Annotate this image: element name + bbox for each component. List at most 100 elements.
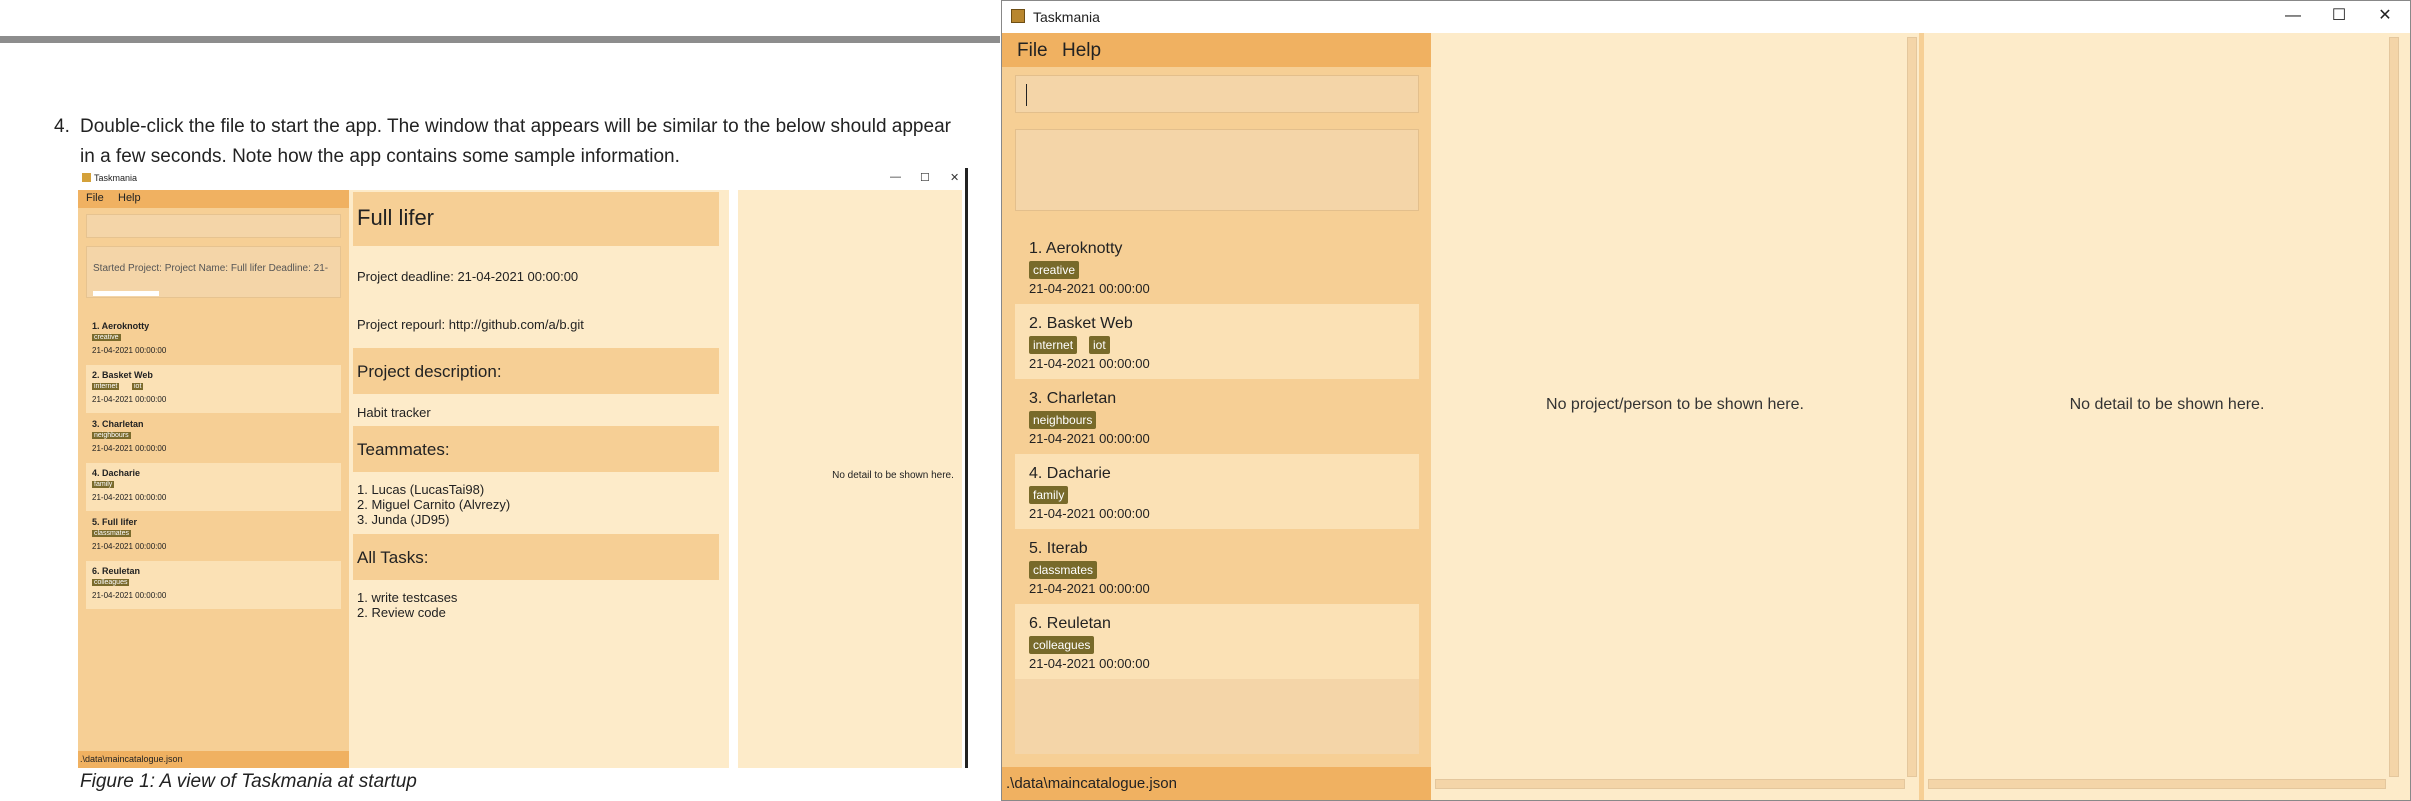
project-tag: neighbours xyxy=(1029,411,1097,429)
project-deadline: 21-04-2021 00:00:00 xyxy=(1029,506,1150,521)
figure-menu-help: Help xyxy=(118,192,141,204)
command-input[interactable] xyxy=(1015,75,1419,113)
project-card[interactable]: 6. Reuletan colleagues 21-04-2021 00:00:… xyxy=(1015,604,1419,679)
middle-pane: No project/person to be shown here. xyxy=(1433,33,1917,800)
figure-right-pane: No detail to be shown here. xyxy=(738,190,962,768)
project-deadline: 21-04-2021 00:00:00 xyxy=(1029,431,1150,446)
figure-task: 2. Review code xyxy=(357,605,446,620)
figure-list-item: 1. Aeroknotty creative 21-04-2021 00:00:… xyxy=(86,316,341,364)
right-pane: No detail to be shown here. xyxy=(1924,33,2410,800)
project-name: 5. Iterab xyxy=(1029,540,1088,557)
figure-team-header: Teammates: xyxy=(357,440,450,459)
maximize-icon: ☐ xyxy=(920,172,930,184)
project-card[interactable]: 3. Charletan neighbours 21-04-2021 00:00… xyxy=(1015,379,1419,454)
project-name: 6. Reuletan xyxy=(1029,615,1111,632)
figure-list-item: 3. Charletan neighbours 21-04-2021 00:00… xyxy=(86,414,341,462)
middle-horizontal-scrollbar[interactable] xyxy=(1435,779,1905,789)
menu-help[interactable]: Help xyxy=(1062,40,1101,62)
project-card[interactable]: 2. Basket Web internet iot 21-04-2021 00… xyxy=(1015,304,1419,379)
figure-result-text: Started Project: Project Name: Full life… xyxy=(93,263,329,274)
figure-teammate: 2. Miguel Carnito (Alvrezy) xyxy=(357,497,511,512)
window-title: Taskmania xyxy=(1033,9,1100,25)
right-horizontal-scrollbar[interactable] xyxy=(1928,779,2386,789)
figure-status-path: .\data\maincatalogue.json xyxy=(80,754,183,764)
figure-item-date: 21-04-2021 00:00:00 xyxy=(92,395,167,404)
project-name: 3. Charletan xyxy=(1029,390,1117,407)
doc-top-border xyxy=(0,36,1000,43)
figure-item-tag: family xyxy=(92,481,115,488)
figure-item-date: 21-04-2021 00:00:00 xyxy=(92,493,167,502)
figure-item-date: 21-04-2021 00:00:00 xyxy=(92,591,167,600)
figure-desc-text: Habit tracker xyxy=(357,405,431,420)
project-deadline: 21-04-2021 00:00:00 xyxy=(1029,356,1150,371)
figure-project-deadline: Project deadline: 21-04-2021 00:00:00 xyxy=(357,269,579,284)
figure-item-name: 2. Basket Web xyxy=(92,370,153,380)
project-deadline: 21-04-2021 00:00:00 xyxy=(1029,656,1150,671)
figure-command-box xyxy=(86,214,341,238)
right-vertical-scrollbar[interactable] xyxy=(2389,37,2399,777)
taskmania-window: Taskmania — ☐ ✕ File Help 1. Aeroknotty … xyxy=(1001,0,2411,801)
middle-vertical-scrollbar[interactable] xyxy=(1907,37,1917,777)
project-card[interactable]: 4. Dacharie family 21-04-2021 00:00:00 xyxy=(1015,454,1419,529)
menu-file[interactable]: File xyxy=(1017,40,1048,62)
text-caret xyxy=(1026,84,1027,106)
project-card[interactable]: 5. Iterab classmates 21-04-2021 00:00:00 xyxy=(1015,529,1419,604)
figure-item-tag: classmates xyxy=(92,530,132,537)
project-tag: creative xyxy=(1029,261,1080,279)
project-card[interactable]: 1. Aeroknotty creative 21-04-2021 00:00:… xyxy=(1015,229,1419,304)
project-name: 1. Aeroknotty xyxy=(1029,240,1123,257)
project-deadline: 21-04-2021 00:00:00 xyxy=(1029,581,1150,596)
project-deadline: 21-04-2021 00:00:00 xyxy=(1029,281,1150,296)
figure-menubar: File Help xyxy=(78,190,349,208)
figure-task: 1. write testcases xyxy=(357,590,458,605)
status-file-path: .\data\maincatalogue.json xyxy=(1006,775,1177,792)
figure-project-repo: Project repourl: http://github.com/a/b.g… xyxy=(357,317,584,332)
figure-menu-file: File xyxy=(86,192,104,204)
figure-title: Taskmania xyxy=(94,173,138,183)
figure-titlebar: Taskmania — ☐ ✕ xyxy=(78,168,965,190)
figure-item-tag: iot xyxy=(132,383,144,390)
project-name: 2. Basket Web xyxy=(1029,315,1133,332)
project-tag: classmates xyxy=(1029,561,1098,579)
step-number: 4. xyxy=(54,116,70,137)
close-button[interactable]: ✕ xyxy=(2362,1,2408,33)
right-empty-message: No detail to be shown here. xyxy=(2069,396,2265,413)
figure-result-box: Started Project: Project Name: Full life… xyxy=(86,246,341,298)
project-tag: iot xyxy=(1089,336,1110,354)
figure-list-item: 5. Full lifer classmates 21-04-2021 00:0… xyxy=(86,512,341,560)
figure-item-tag: colleagues xyxy=(92,579,130,586)
app-icon xyxy=(82,173,91,182)
window-titlebar[interactable]: Taskmania — ☐ ✕ xyxy=(1002,1,2410,33)
figure-item-name: 4. Dacharie xyxy=(92,468,141,478)
figure-project-name: Full lifer xyxy=(357,205,435,230)
project-name: 4. Dacharie xyxy=(1029,465,1111,482)
result-display[interactable] xyxy=(1015,129,1419,211)
figure-detail-pane: Full lifer Project deadline: 21-04-2021 … xyxy=(349,190,729,768)
figure-caption: Figure 1: A view of Taskmania at startup xyxy=(80,771,417,792)
figure-list-item: 6. Reuletan colleagues 21-04-2021 00:00:… xyxy=(86,561,341,609)
project-tag: colleagues xyxy=(1029,636,1095,654)
status-bar: .\data\maincatalogue.json xyxy=(1002,767,1431,800)
figure-item-tag: creative xyxy=(92,334,121,341)
project-tag: family xyxy=(1029,486,1069,504)
menubar: File Help xyxy=(1002,33,1431,67)
minimize-button[interactable]: — xyxy=(2270,1,2316,33)
project-tag: internet xyxy=(1029,336,1078,354)
project-list[interactable]: 1. Aeroknotty creative 21-04-2021 00:00:… xyxy=(1015,229,1419,754)
minimize-icon: — xyxy=(890,171,901,183)
maximize-button[interactable]: ☐ xyxy=(2316,1,2362,33)
middle-empty-message: No project/person to be shown here. xyxy=(1546,396,1804,413)
figure-item-name: 3. Charletan xyxy=(92,419,144,429)
app-icon xyxy=(1011,9,1025,23)
figure-item-date: 21-04-2021 00:00:00 xyxy=(92,444,167,453)
figure-result-scrollbar xyxy=(93,291,159,296)
figure-teammate: 1. Lucas (LucasTai98) xyxy=(357,482,485,497)
figure-item-date: 21-04-2021 00:00:00 xyxy=(92,346,167,355)
figure-teammate: 3. Junda (JD95) xyxy=(357,512,450,527)
figure-statusbar: .\data\maincatalogue.json xyxy=(78,751,349,768)
figure-list-item: 2. Basket Web internet iot 21-04-2021 00… xyxy=(86,365,341,413)
figure-project-list: 1. Aeroknotty creative 21-04-2021 00:00:… xyxy=(86,316,341,740)
figure-tasks-header: All Tasks: xyxy=(357,548,429,567)
figure-item-date: 21-04-2021 00:00:00 xyxy=(92,542,167,551)
figure-item-name: 1. Aeroknotty xyxy=(92,321,150,331)
